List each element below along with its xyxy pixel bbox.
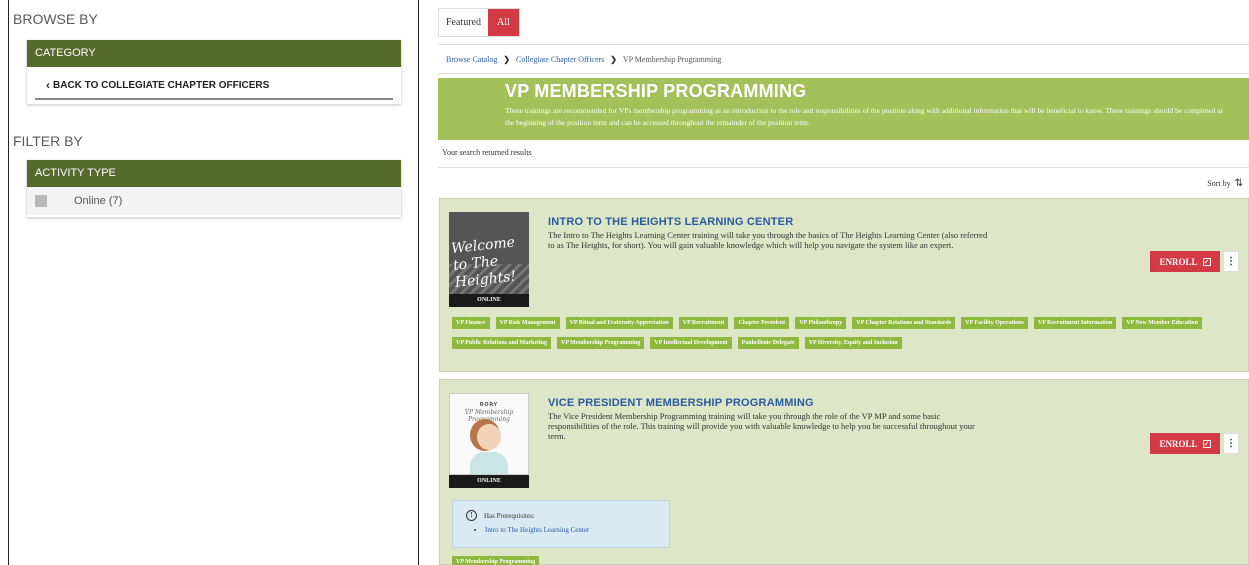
- tag-chip[interactable]: Chapter President: [734, 317, 790, 329]
- tag-chip[interactable]: VP Finance: [452, 317, 490, 329]
- course-image: RORY VP Membership Programming: [449, 393, 529, 475]
- breadcrumb-current: VP Membership Programming: [622, 55, 722, 64]
- enroll-button[interactable]: ENROLL ✓: [1150, 251, 1220, 272]
- tag-chip[interactable]: VP Recruitment: [678, 317, 729, 329]
- page-title: VP MEMBERSHIP PROGRAMMING: [505, 81, 807, 101]
- enroll-label: ENROLL: [1159, 256, 1198, 267]
- filter-option-label: Online (7): [74, 195, 123, 207]
- tag-chip[interactable]: VP Recruitment Information: [1033, 317, 1117, 329]
- course-title[interactable]: INTRO TO THE HEIGHTS LEARNING CENTER: [548, 216, 793, 228]
- enroll-button[interactable]: ENROLL ✓: [1150, 433, 1220, 454]
- prerequisites-box: ! Has Prerequisites: Intro to The Height…: [452, 500, 670, 548]
- prerequisites-label: Has Prerequisites:: [484, 511, 535, 520]
- tab-featured[interactable]: Featured: [439, 9, 488, 36]
- illustration-body: [470, 452, 508, 474]
- list-item: Intro to The Heights Learning Center: [485, 526, 589, 534]
- edit-icon: ✓: [1202, 439, 1211, 448]
- course-card: RORY VP Membership Programming ONLINE VI…: [439, 379, 1249, 565]
- tag-chip[interactable]: VP Intellectual Development: [650, 337, 732, 349]
- breadcrumb-browse-catalog[interactable]: Browse Catalog: [446, 55, 497, 64]
- prerequisites-list: Intro to The Heights Learning Center: [485, 526, 589, 534]
- course-card: Welcome to The Heights! ONLINE INTRO TO …: [439, 198, 1249, 372]
- tag-chip[interactable]: VP Chapter Relations and Standards: [852, 317, 956, 329]
- tag-chip[interactable]: VP Risk Management: [495, 317, 560, 329]
- course-thumbnail[interactable]: RORY VP Membership Programming ONLINE: [449, 393, 529, 488]
- type-tag: ONLINE: [449, 475, 529, 488]
- back-link-label: BACK TO COLLEGIATE CHAPTER OFFICERS: [53, 79, 270, 91]
- prerequisite-link[interactable]: Intro to The Heights Learning Center: [485, 526, 589, 534]
- tag-chip[interactable]: VP Philanthropy: [795, 317, 847, 329]
- tag-chip[interactable]: VP Diversity, Equity and Inclusion: [804, 337, 902, 349]
- category-header: CATEGORY: [27, 40, 401, 67]
- filter-option-online[interactable]: Online (7): [27, 187, 401, 215]
- course-title[interactable]: VICE PRESIDENT MEMBERSHIP PROGRAMMING: [548, 397, 814, 409]
- tag-chip[interactable]: VP Facility Operations: [961, 317, 1028, 329]
- illustration-face: [477, 424, 501, 450]
- tag-chip[interactable]: Panhellenic Delegate: [737, 337, 799, 349]
- type-tag: ONLINE: [449, 294, 529, 307]
- tag-list: VP Membership Programming: [452, 556, 1242, 565]
- left-divider: [8, 0, 9, 565]
- course-description: The Intro to The Heights Learning Center…: [548, 230, 988, 250]
- chevron-left-icon: ‹: [46, 78, 50, 92]
- tag-chip[interactable]: VP Membership Programming: [452, 556, 540, 565]
- course-description: The Vice President Membership Programmin…: [548, 411, 975, 441]
- activity-type-panel: ACTIVITY TYPE Online (7): [27, 160, 401, 217]
- category-panel: CATEGORY ‹ BACK TO COLLEGIATE CHAPTER OF…: [27, 40, 401, 104]
- hero-description: These trainings are recommended for VPs …: [505, 106, 1223, 127]
- tag-chip[interactable]: VP New Member Education: [1122, 317, 1202, 329]
- more-options-button[interactable]: ⋮: [1223, 251, 1239, 272]
- checkbox-online[interactable]: [35, 195, 47, 207]
- back-to-category-link[interactable]: ‹ BACK TO COLLEGIATE CHAPTER OFFICERS: [35, 72, 393, 100]
- center-divider: [418, 0, 419, 565]
- filter-by-title: FILTER BY: [13, 133, 83, 149]
- sort-arrows-icon: ⇅: [1234, 178, 1243, 189]
- tag-list: VP Finance VP Risk Management VP Ritual an…: [452, 317, 1242, 357]
- activity-type-header: ACTIVITY TYPE: [27, 160, 401, 187]
- results-text: Your search returned results: [438, 148, 1249, 168]
- chevron-right-icon: ❯: [610, 55, 617, 64]
- browse-by-title: BROWSE BY: [13, 11, 98, 27]
- course-image: Welcome to The Heights!: [449, 212, 529, 294]
- sort-by-label: Sort by: [1207, 179, 1231, 188]
- enroll-label: ENROLL: [1159, 438, 1198, 449]
- category-hero: VP MEMBERSHIP PROGRAMMING These training…: [438, 78, 1249, 140]
- thumbnail-subtitle: VP Membership Programming: [464, 409, 514, 423]
- catalog-tabs: Featured All: [438, 8, 520, 37]
- thumbnail-text: Welcome to The Heights!: [450, 234, 517, 291]
- prerequisites-header: ! Has Prerequisites:: [466, 510, 535, 521]
- breadcrumb-collegiate-officers[interactable]: Collegiate Chapter Officers: [516, 55, 604, 64]
- breadcrumb: Browse Catalog ❯ Collegiate Chapter Offi…: [438, 44, 1249, 74]
- chevron-right-icon: ❯: [503, 55, 511, 64]
- tag-chip[interactable]: VP Ritual and Fraternity Appreciation: [565, 317, 673, 329]
- tag-chip[interactable]: VP Public Relations and Marketing: [452, 337, 552, 349]
- alert-icon: !: [466, 510, 477, 521]
- more-options-button[interactable]: ⋮: [1223, 433, 1239, 454]
- tag-chip[interactable]: VP Membership Programming: [557, 337, 645, 349]
- tab-all[interactable]: All: [488, 9, 519, 36]
- thumbnail-brand: RORY: [479, 402, 499, 408]
- course-thumbnail[interactable]: Welcome to The Heights! ONLINE: [449, 212, 529, 307]
- sort-by-control[interactable]: Sort by ⇅: [1207, 178, 1243, 189]
- edit-icon: ✓: [1202, 257, 1211, 266]
